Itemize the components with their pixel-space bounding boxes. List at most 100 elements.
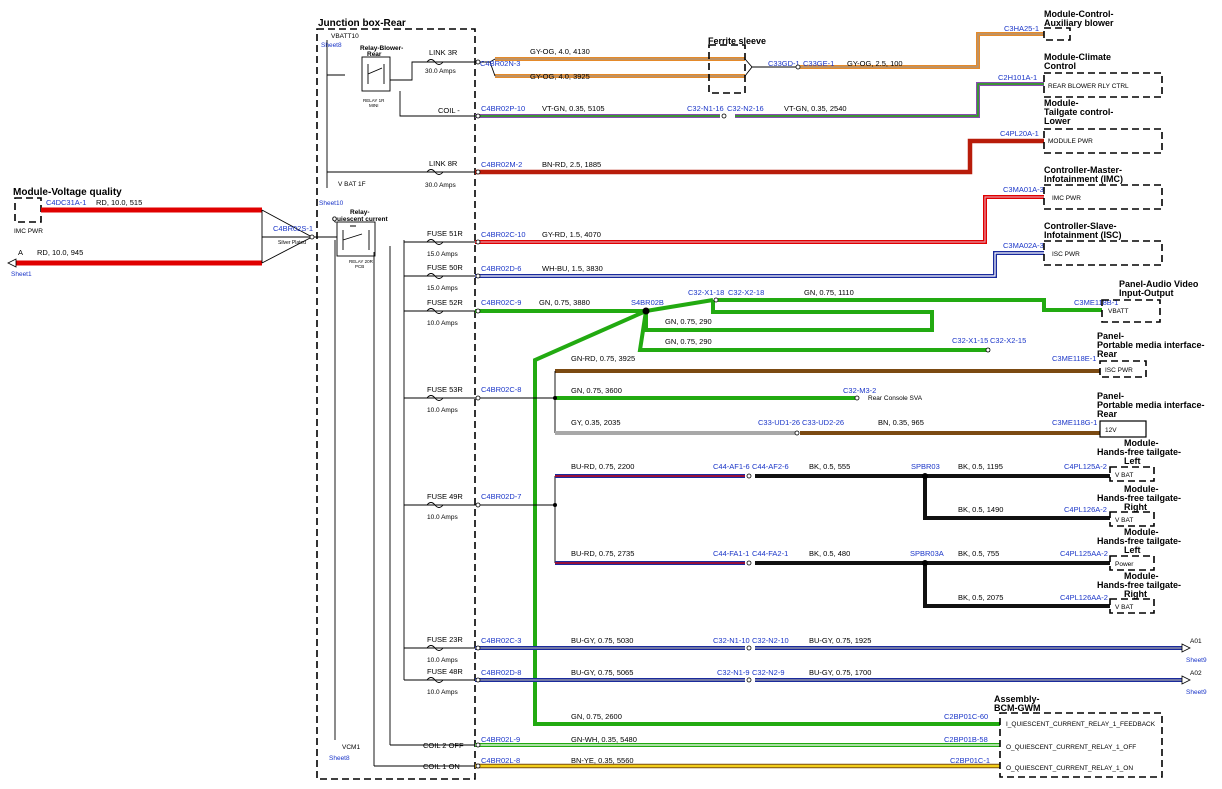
vbatt-sheet-label[interactable]: Sheet8	[321, 42, 342, 49]
conn-c33ud126[interactable]: C33-UD1-26	[758, 418, 800, 427]
fuse52-amps: 10.0 Amps	[427, 320, 458, 327]
module-11-conn[interactable]: C4PL126AA-2	[1060, 593, 1108, 602]
conn-c44fa11[interactable]: C44-FA1-1	[713, 549, 749, 558]
ferrite-sleeve-box	[708, 44, 746, 94]
bcm-pin-2: O_QUIESCENT_CURRENT_RELAY_1_ON	[1006, 765, 1133, 772]
conn-c1[interactable]: C4BR02N-3	[480, 59, 520, 68]
conn-c32x118[interactable]: C32-X1-18	[688, 288, 724, 297]
module-3-conn[interactable]: C3MA01A-3	[1003, 185, 1044, 194]
conn-c32x215[interactable]: C32-X2-15	[990, 336, 1026, 345]
module-1-pin: REAR BLOWER RLY CTRL	[1048, 83, 1129, 90]
wire-top-label: RD, 10.0, 515	[96, 198, 142, 207]
conn-c5[interactable]: C4BR02D-6	[481, 264, 521, 273]
conn-c32n29[interactable]: C32-N2-9	[752, 668, 785, 677]
wire-w11d: BK, 0.5, 2075	[958, 593, 1003, 602]
fuse49-amps: 10.0 Amps	[427, 514, 458, 521]
relay-blower-box	[361, 56, 391, 92]
splice-lines	[261, 210, 312, 263]
bcm-title-2: BCM-GWM	[994, 703, 1041, 713]
fuse53-name: FUSE 53R	[427, 385, 463, 394]
conn-c32n19[interactable]: C32-N1-9	[717, 668, 750, 677]
vcm1-sheet-label[interactable]: Sheet8	[329, 755, 350, 762]
conn-c32n116[interactable]: C32-N1-16	[687, 104, 724, 113]
module-5-pin: VBATT	[1108, 308, 1128, 315]
wire-w11b: BK, 0.5, 480	[809, 549, 850, 558]
wire-w1a: GY-OG, 4.0, 4130	[530, 47, 590, 56]
conn-c32n110[interactable]: C32-N1-10	[713, 636, 750, 645]
conn-s4br02b[interactable]: S4BR02B	[631, 298, 664, 307]
conn-c44af16[interactable]: C44-AF1-6	[713, 462, 750, 471]
conn-c7[interactable]: C4BR02C-8	[481, 385, 521, 394]
fuse52-name: FUSE 52R	[427, 298, 463, 307]
module-5-conn[interactable]: C3ME118B-1	[1074, 298, 1118, 307]
conn-c6[interactable]: C4BR02C-9	[481, 298, 521, 307]
right-modules: Module-Control- Auxiliary blower C3HA25-…	[944, 9, 1207, 778]
splice-label[interactable]: C4BR02S-1	[273, 224, 313, 233]
relay-quiescent-title-1: Relay-	[350, 209, 370, 216]
wire-w9b: BN, 0.35, 965	[878, 418, 924, 427]
wire-w5: WH-BU, 1.5, 3830	[542, 264, 603, 273]
module-7-conn[interactable]: C3ME118G-1	[1052, 418, 1097, 427]
a01-arrow-icon	[1181, 643, 1191, 653]
sheet1-link[interactable]: Sheet1	[11, 271, 32, 278]
module-6-title-3: Rear	[1097, 349, 1118, 359]
wire-w6c: GN, 0.75, 290	[665, 317, 712, 326]
bcm-conn-0[interactable]: C2BP01C-60	[944, 712, 988, 721]
wire-w1b: GY-OG, 4.0, 3925	[530, 72, 590, 81]
wire-w2b: VT-GN, 0.35, 2540	[784, 104, 847, 113]
module-2-title-3: Lower	[1044, 116, 1071, 126]
conn-c33ud226[interactable]: C33-UD2-26	[802, 418, 844, 427]
fuse53-node	[553, 396, 557, 400]
conn-c33ge[interactable]: C33GE-1	[803, 59, 834, 68]
a01-sheet-link[interactable]: Sheet9	[1186, 657, 1207, 664]
module-10-conn[interactable]: C4PL125AA-2	[1060, 549, 1108, 558]
conn-spbr03[interactable]: SPBR03	[911, 462, 940, 471]
wire-w4: GY-RD, 1.5, 4070	[542, 230, 601, 239]
conn-c32m32[interactable]: C32-M3-2	[843, 386, 876, 395]
conn-c8[interactable]: C4BR02D-7	[481, 492, 521, 501]
pin-a-label: A	[18, 248, 23, 257]
conn-c32n216[interactable]: C32-N2-16	[727, 104, 764, 113]
a02-label: A02	[1190, 670, 1202, 677]
module-9-conn[interactable]: C4PL126A-2	[1064, 505, 1107, 514]
conn-c10[interactable]: C4BR02D-8	[481, 668, 521, 677]
conn-c32n210[interactable]: C32-N2-10	[752, 636, 789, 645]
fuse49-name: FUSE 49R	[427, 492, 463, 501]
wire-bottom-label: RD, 10.0, 945	[37, 248, 83, 257]
rear-console-label: Rear Console SVA	[868, 395, 923, 402]
conn-c32x218[interactable]: C32-X2-18	[728, 288, 764, 297]
module-4-conn[interactable]: C3MA02A-3	[1003, 241, 1044, 250]
conn-c32x115[interactable]: C32-X1-15	[952, 336, 988, 345]
module-6-conn[interactable]: C3ME118E-1	[1052, 354, 1096, 363]
relay-blower-switch	[367, 64, 385, 84]
module-2-conn[interactable]: C4PL20A-1	[1000, 129, 1039, 138]
conn-c4[interactable]: C4BR02C-10	[481, 230, 526, 239]
conn-c33gd[interactable]: C33GD-1	[768, 59, 800, 68]
conn-c44af26[interactable]: C44-AF2-6	[752, 462, 789, 471]
module-8-conn[interactable]: C4PL125A-2	[1064, 462, 1107, 471]
fuse50-name: FUSE 50R	[427, 263, 463, 272]
conn-c2[interactable]: C4BR02P-10	[481, 104, 525, 113]
module-3-pin: IMC PWR	[1052, 195, 1081, 202]
conn-c12[interactable]: C4BR02L-8	[481, 756, 520, 765]
wire-w8: GN, 0.75, 3600	[571, 386, 622, 395]
module-5-title-2: Input-Output	[1119, 288, 1173, 298]
bcm-pin-0: I_QUIESCENT_CURRENT_RELAY_1_FEEDBACK	[1006, 721, 1156, 728]
a02-sheet-link[interactable]: Sheet9	[1186, 689, 1207, 696]
bcm-conn-1[interactable]: C2BP01B-58	[944, 735, 988, 744]
conn-c11[interactable]: C4BR02L-9	[481, 735, 520, 744]
conn-c44fa21[interactable]: C44-FA2-1	[752, 549, 788, 558]
module-4-pin: ISC PWR	[1052, 251, 1080, 258]
module-11-pin: V BAT	[1115, 604, 1133, 611]
conn-c9[interactable]: C4BR02C-3	[481, 636, 521, 645]
conn-c3[interactable]: C4BR02M-2	[481, 160, 522, 169]
bcm-conn-2[interactable]: C2BP01C-1	[950, 756, 990, 765]
module-4-title-2: Infotainment (ISC)	[1044, 230, 1122, 240]
c4dc31a-label[interactable]: C4DC31A-1	[46, 198, 86, 207]
module-0-title-2: Auxiliary blower	[1044, 18, 1114, 28]
conn-spbr03a[interactable]: SPBR03A	[910, 549, 944, 558]
module-8-pin: V BAT	[1115, 472, 1133, 479]
vbat-1f-sheet-label[interactable]: Sheet10	[319, 200, 344, 207]
module-0-conn[interactable]: C3HA25-1	[1004, 24, 1039, 33]
module-1-conn[interactable]: C2H101A-1	[998, 73, 1037, 82]
